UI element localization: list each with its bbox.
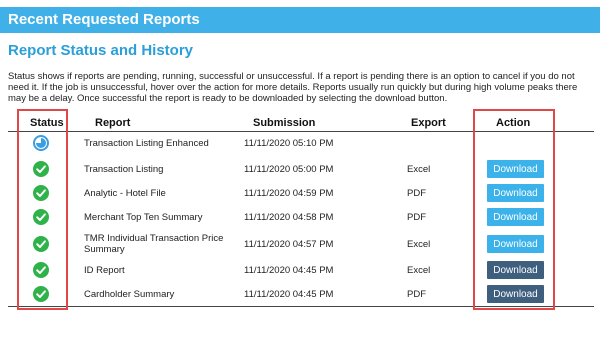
submission-time: 11/11/2020 05:00 PM xyxy=(244,164,334,175)
report-name: Cardholder Summary xyxy=(84,289,175,300)
column-header-export: Export xyxy=(411,117,446,129)
submission-time: 11/11/2020 04:58 PM xyxy=(244,212,334,223)
column-header-submission: Submission xyxy=(253,117,316,129)
report-name: Transaction Listing xyxy=(84,164,164,175)
submission-time: 11/11/2020 04:45 PM xyxy=(244,289,334,300)
submission-time: 11/11/2020 04:59 PM xyxy=(244,188,334,199)
action-column-highlight xyxy=(473,109,555,310)
export-format: PDF xyxy=(407,188,426,199)
export-format: PDF xyxy=(407,212,426,223)
submission-time: 11/11/2020 04:45 PM xyxy=(244,265,334,276)
column-header-report: Report xyxy=(95,117,131,129)
export-format: PDF xyxy=(407,289,426,300)
export-format: Excel xyxy=(407,265,431,276)
status-column-highlight xyxy=(17,109,68,310)
report-name: Transaction Listing Enhanced xyxy=(84,138,209,149)
report-name: Analytic - Hotel File xyxy=(84,188,166,199)
export-format: Excel xyxy=(407,239,431,250)
section-title: Report Status and History xyxy=(8,42,194,59)
report-name: TMR Individual Transaction Price Summary xyxy=(84,233,224,255)
submission-time: 11/11/2020 04:57 PM xyxy=(244,239,334,250)
report-name: ID Report xyxy=(84,265,125,276)
report-name: Merchant Top Ten Summary xyxy=(84,212,203,223)
section-description: Status shows if reports are pending, run… xyxy=(8,71,578,104)
export-format: Excel xyxy=(407,164,431,175)
panel-header: Recent Requested Reports xyxy=(0,7,600,33)
submission-time: 11/11/2020 05:10 PM xyxy=(244,138,334,149)
